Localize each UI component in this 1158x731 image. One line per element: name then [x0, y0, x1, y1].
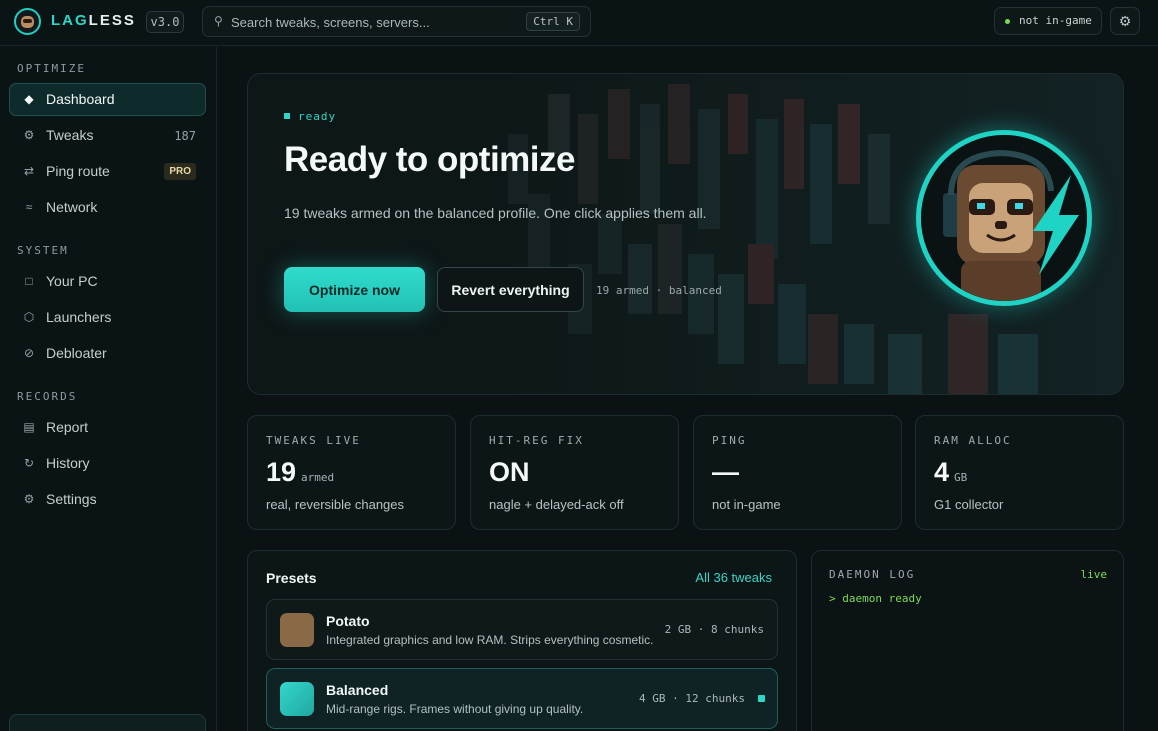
preset-name: Potato [326, 613, 370, 629]
hero-title: Ready to optimize [284, 140, 575, 179]
status-dot [1005, 19, 1010, 24]
sloth-mascot-icon [916, 130, 1092, 306]
stat-value: ON [489, 457, 530, 487]
search-input[interactable] [231, 12, 521, 32]
stat-subtext: not in-game [712, 497, 781, 512]
preset-meta: 4 GB · 12 chunks [639, 692, 745, 705]
sloth-logo-icon [14, 8, 41, 35]
settings-gear-button[interactable]: ⚙ [1110, 7, 1140, 35]
preset-balanced[interactable]: Balanced Mid-range rigs. Frames without … [266, 668, 778, 729]
search-box[interactable]: ⚲ Ctrl K [202, 6, 591, 37]
daemon-log-panel: DAEMON LOG live > daemon ready [811, 550, 1124, 731]
search-icon: ⚲ [214, 14, 223, 28]
stat-card-ping: PING — not in-game [693, 415, 902, 530]
status-label: not in-game [1019, 14, 1092, 27]
gear-icon: ⚙ [23, 492, 35, 506]
sidebar-item-history[interactable]: ↻ History [9, 447, 206, 480]
preset-swatch [280, 613, 314, 647]
tweaks-count: 187 [174, 129, 196, 143]
stat-label: RAM ALLOC [934, 434, 1012, 447]
sidebar-item-label: Network [46, 199, 98, 215]
stat-value: — [712, 457, 739, 487]
hero-description: 19 tweaks armed on the balanced profile.… [284, 205, 707, 221]
revert-everything-button[interactable]: Revert everything [437, 267, 584, 312]
presets-panel: Presets All 36 tweaks Potato Integrated … [247, 550, 797, 731]
sidebar-item-label: Report [46, 419, 89, 435]
waves-icon: ≈ [25, 200, 33, 214]
sidebar-item-tweaks[interactable]: ⚙ Tweaks 187 [9, 119, 206, 152]
sidebar-item-settings[interactable]: ⚙ Settings [9, 483, 206, 516]
stat-label: PING [712, 434, 747, 447]
sidebar-item-label: Launchers [46, 309, 112, 325]
preset-swatch [280, 682, 314, 716]
all-tweaks-link[interactable]: All 36 tweaks [695, 570, 772, 585]
sidebar: OPTIMIZE ◆ Dashboard ⚙ Tweaks 187 ⇄ Ping… [0, 47, 217, 731]
stat-value: 4 GB [934, 457, 968, 487]
presets-title: Presets [266, 570, 317, 586]
sidebar-item-debloater[interactable]: ⊘ Debloater [9, 337, 206, 370]
route-arrows-icon: ⇄ [23, 164, 35, 178]
section-label-system: SYSTEM [17, 244, 69, 257]
section-label-records: RECORDS [17, 390, 78, 403]
diamond-icon: ◆ [24, 92, 34, 106]
sidebar-item-ping-route[interactable]: ⇄ Ping route PRO [9, 155, 206, 188]
hexagon-icon: ⬡ [23, 310, 35, 324]
sidebar-item-dashboard[interactable]: ◆ Dashboard [9, 83, 206, 116]
square-icon: □ [25, 274, 33, 288]
list-icon: ▤ [23, 420, 35, 434]
hero-panel: ready Ready to optimize 19 tweaks armed … [247, 73, 1124, 395]
sidebar-item-label: Settings [46, 491, 97, 507]
optimize-now-button[interactable]: Optimize now [284, 267, 425, 312]
selected-indicator [758, 695, 765, 702]
stat-card-hit-reg-fix: HIT-REG FIX ON nagle + delayed-ack off [470, 415, 679, 530]
sidebar-item-label: Debloater [46, 345, 107, 361]
preset-description: Mid-range rigs. Frames without giving up… [326, 702, 584, 716]
preset-description: Integrated graphics and low RAM. Strips … [326, 633, 654, 647]
preset-name: Balanced [326, 682, 389, 698]
gear-icon: ⚙ [1118, 13, 1132, 29]
stat-card-ram-alloc: RAM ALLOC 4 GB G1 collector [915, 415, 1124, 530]
preset-potato[interactable]: Potato Integrated graphics and low RAM. … [266, 599, 778, 660]
sidebar-item-launchers[interactable]: ⬡ Launchers [9, 301, 206, 334]
version-badge: v3.0 [146, 11, 184, 33]
sidebar-item-label: Dashboard [46, 91, 115, 107]
log-live-indicator: live [1080, 568, 1108, 581]
preset-meta: 2 GB · 8 chunks [664, 623, 764, 636]
search-shortcut: Ctrl K [526, 12, 580, 31]
gear-icon: ⚙ [23, 128, 35, 142]
stat-subtext: G1 collector [934, 497, 1004, 512]
sidebar-item-label: Ping route [46, 163, 110, 179]
sidebar-item-your-pc[interactable]: □ Your PC [9, 265, 206, 298]
stat-subtext: nagle + delayed-ack off [489, 497, 624, 512]
slash-circle-icon: ⊘ [23, 346, 35, 360]
brand-name: LAGLESS [51, 12, 136, 29]
stat-label: HIT-REG FIX [489, 434, 584, 447]
pro-badge: PRO [164, 163, 196, 180]
sidebar-footer-card[interactable] [9, 714, 206, 731]
ready-tag: ready [284, 110, 336, 123]
game-status-pill[interactable]: not in-game [994, 7, 1102, 35]
top-bar: LAGLESS v3.0 ⚲ Ctrl K not in-game ⚙ [0, 0, 1158, 46]
section-label-optimize: OPTIMIZE [17, 62, 86, 75]
log-line: > daemon ready [829, 592, 922, 605]
stat-value: 19 armed [266, 457, 335, 487]
sidebar-item-report[interactable]: ▤ Report [9, 411, 206, 444]
sidebar-item-label: Your PC [46, 273, 98, 289]
stat-card-tweaks-live: TWEAKS LIVE 19 armed real, reversible cha… [247, 415, 456, 530]
sidebar-item-label: Tweaks [46, 127, 94, 143]
hero-meta: 19 armed · balanced [596, 284, 722, 297]
refresh-icon: ↻ [23, 456, 35, 470]
stat-subtext: real, reversible changes [266, 497, 405, 512]
sidebar-item-label: History [46, 455, 90, 471]
sidebar-item-network[interactable]: ≈ Network [9, 191, 206, 224]
stat-label: TWEAKS LIVE [266, 434, 361, 447]
log-title: DAEMON LOG [829, 568, 916, 581]
